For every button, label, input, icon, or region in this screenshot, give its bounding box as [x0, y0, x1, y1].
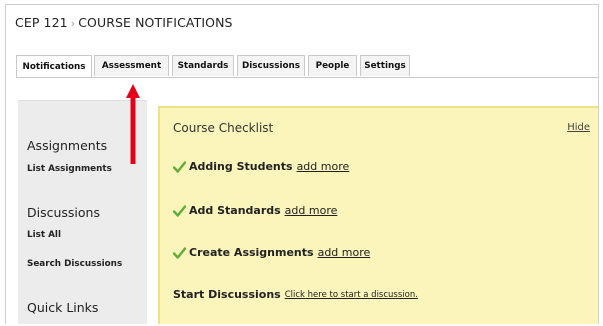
sidebar-heading-assignments: Assignments	[27, 138, 108, 153]
checklist-item: Create Assignments add more	[173, 246, 370, 259]
add-more-assignments-link[interactable]: add more	[318, 246, 371, 259]
tab-notifications[interactable]: Notifications	[16, 55, 92, 77]
hide-checklist-link[interactable]: Hide	[567, 122, 590, 133]
add-more-standards-link[interactable]: add more	[285, 204, 338, 217]
checklist-item-label: Start Discussions	[173, 288, 281, 301]
checklist-item-label: Add Standards	[189, 204, 281, 217]
check-icon	[173, 246, 186, 259]
tab-settings[interactable]: Settings	[360, 55, 410, 76]
sidebar-heading-discussions: Discussions	[27, 205, 100, 220]
sidebar-item-search-discussions[interactable]: Search Discussions	[27, 259, 122, 269]
checklist-item-label: Adding Students	[189, 160, 293, 173]
sidebar-item-list-assignments[interactable]: List Assignments	[27, 164, 112, 174]
breadcrumb-course[interactable]: CEP 121	[15, 15, 68, 30]
sidebar-item-list-all[interactable]: List All	[27, 230, 61, 240]
checklist-item: Add Standards add more	[173, 204, 337, 217]
breadcrumb: CEP 121 › COURSE NOTIFICATIONS	[15, 15, 233, 30]
checklist-item: Start Discussions Click here to start a …	[173, 288, 418, 301]
red-arrow-up-icon	[126, 84, 140, 164]
tab-people[interactable]: People	[308, 55, 357, 76]
add-more-students-link[interactable]: add more	[297, 160, 350, 173]
checklist-item: Adding Students add more	[173, 160, 349, 173]
start-discussion-link[interactable]: Click here to start a discussion.	[285, 290, 418, 300]
breadcrumb-separator: ›	[70, 17, 76, 30]
tab-assessment[interactable]: Assessment	[94, 55, 169, 76]
breadcrumb-page: COURSE NOTIFICATIONS	[78, 15, 233, 30]
check-icon	[173, 160, 186, 173]
sidebar-heading-quick-links: Quick Links	[27, 300, 99, 315]
tab-standards[interactable]: Standards	[172, 55, 234, 76]
tab-bar: Notifications Assessment Standards Discu…	[16, 55, 598, 78]
checklist-item-label: Create Assignments	[189, 246, 314, 259]
course-notifications-page: CEP 121 › COURSE NOTIFICATIONS Notificatio…	[5, 4, 599, 324]
checklist-title: Course Checklist	[173, 121, 274, 135]
check-icon	[173, 204, 186, 217]
course-checklist-panel: Course Checklist Hide Adding Students ad…	[158, 106, 598, 324]
tab-discussions[interactable]: Discussions	[237, 55, 305, 76]
